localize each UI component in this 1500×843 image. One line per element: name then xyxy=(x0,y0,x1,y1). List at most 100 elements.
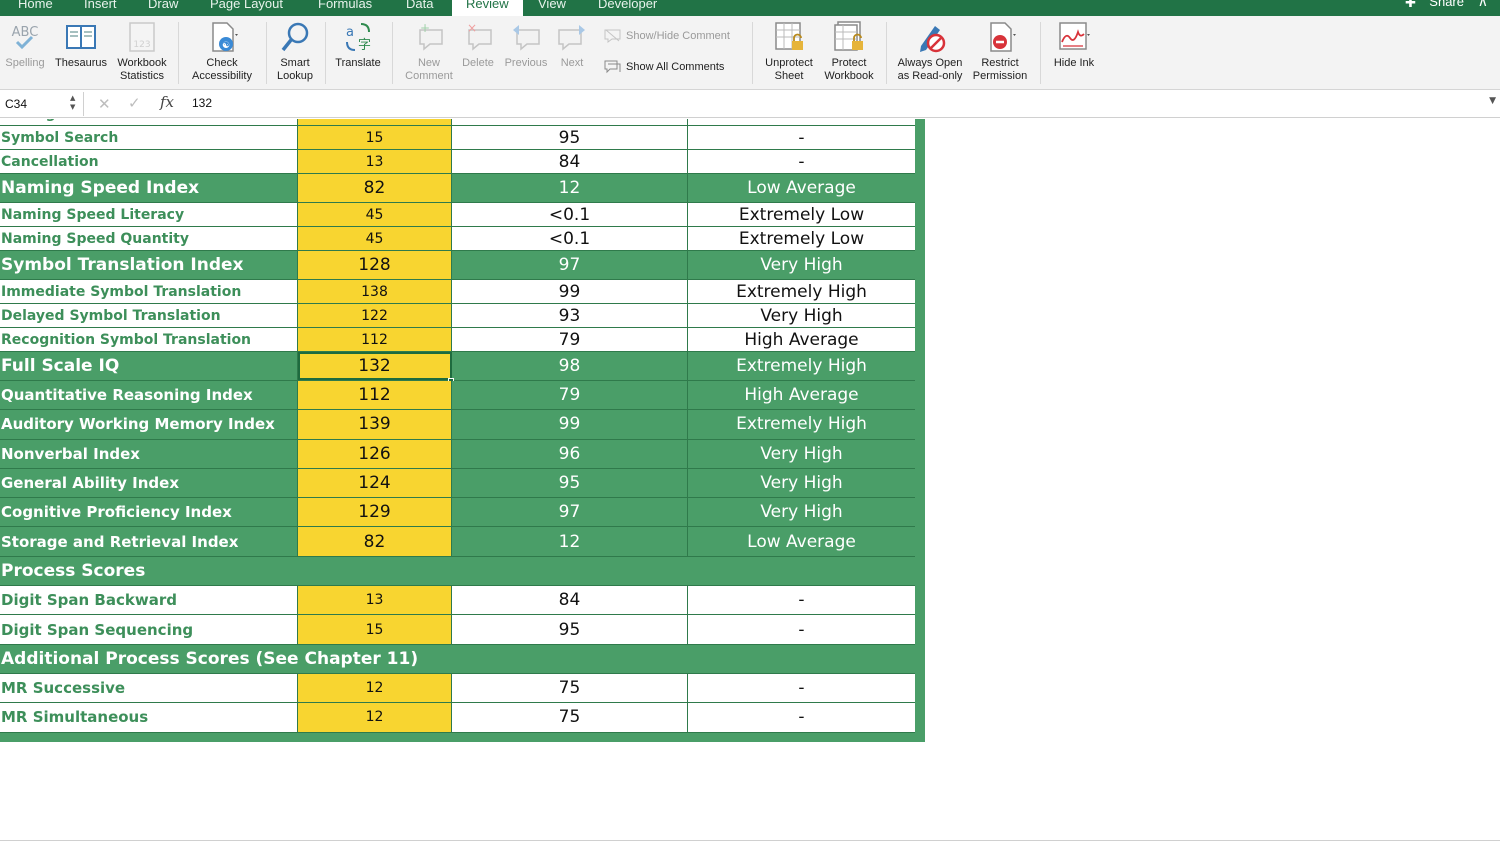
name-box-stepper-icon[interactable]: ▲ ▼ xyxy=(70,94,75,112)
percentile-cell[interactable]: 84 xyxy=(452,586,688,615)
restrict-permission-button[interactable]: Restrict Permission xyxy=(968,20,1032,82)
expand-formula-bar-icon[interactable]: ▼ xyxy=(1489,96,1496,106)
percentile-cell[interactable]: 98 xyxy=(452,352,688,380)
percentile-cell[interactable]: 95 xyxy=(452,468,688,498)
standard-score-cell[interactable]: 15 xyxy=(298,126,452,149)
score-name-cell[interactable]: Digit Span Backward xyxy=(0,586,298,615)
descriptor-cell[interactable]: - xyxy=(688,674,915,702)
score-name-cell[interactable]: Naming Speed Quantity xyxy=(0,227,298,250)
standard-score-cell[interactable]: 13 xyxy=(298,586,452,615)
percentile-cell[interactable]: 75 xyxy=(452,703,688,732)
descriptor-cell[interactable]: Very High xyxy=(688,251,915,279)
standard-score-cell[interactable]: 15 xyxy=(298,119,452,125)
tab-formulas[interactable]: Formulas xyxy=(318,0,372,16)
score-name-cell[interactable]: General Ability Index xyxy=(0,468,298,498)
score-name-cell[interactable]: Delayed Symbol Translation xyxy=(0,304,298,327)
descriptor-cell[interactable]: High Average xyxy=(688,381,915,409)
standard-score-cell[interactable]: 15 xyxy=(298,615,452,644)
standard-score-cell[interactable]: 82 xyxy=(298,527,452,556)
score-name-cell[interactable]: Symbol Translation Index xyxy=(0,251,298,279)
check-accessibility-button[interactable]: ☯ Check Accessibility xyxy=(186,20,258,82)
score-name-cell[interactable]: Immediate Symbol Translation xyxy=(0,280,298,303)
score-name-cell[interactable]: Digit Span Sequencing xyxy=(0,615,298,644)
standard-score-cell[interactable]: 13 xyxy=(298,150,452,173)
descriptor-cell[interactable]: Low Average xyxy=(688,527,915,555)
standard-score-cell[interactable]: 132 xyxy=(298,352,452,380)
protect-workbook-button[interactable]: Protect Workbook xyxy=(818,20,880,82)
descriptor-cell[interactable]: - xyxy=(688,126,915,149)
cancel-entry-icon[interactable]: ✕ xyxy=(98,95,111,113)
tab-draw[interactable]: Draw xyxy=(148,0,178,16)
score-name-cell[interactable]: Recognition Symbol Translation xyxy=(0,328,298,351)
percentile-cell[interactable]: 95 xyxy=(452,119,688,125)
name-box[interactable]: C34 ▲ ▼ xyxy=(0,92,84,116)
descriptor-cell[interactable]: Extremely High xyxy=(688,410,915,438)
previous-comment-button[interactable]: Previous xyxy=(502,20,550,70)
insert-function-button[interactable]: fx xyxy=(160,93,174,111)
descriptor-cell[interactable]: Extremely High xyxy=(688,280,915,303)
share-button[interactable]: Share xyxy=(1429,0,1464,9)
score-name-cell[interactable]: Nonverbal Index xyxy=(0,439,298,468)
score-name-cell[interactable]: Full Scale IQ xyxy=(0,352,298,380)
standard-score-cell[interactable]: 128 xyxy=(298,251,452,279)
percentile-cell[interactable]: 95 xyxy=(452,126,688,149)
score-name-cell[interactable]: MR Simultaneous xyxy=(0,703,298,732)
next-comment-button[interactable]: Next xyxy=(552,20,592,70)
percentile-cell[interactable]: 79 xyxy=(452,328,688,351)
standard-score-cell[interactable]: 82 xyxy=(298,174,452,202)
standard-score-cell[interactable]: 45 xyxy=(298,227,452,250)
tab-data[interactable]: Data xyxy=(406,0,433,16)
score-name-cell[interactable]: Cancellation xyxy=(0,150,298,173)
unprotect-sheet-button[interactable]: Unprotect Sheet xyxy=(758,20,820,82)
percentile-cell[interactable]: 79 xyxy=(452,381,688,410)
percentile-cell[interactable]: 97 xyxy=(452,251,688,279)
tab-home[interactable]: Home xyxy=(18,0,53,16)
descriptor-cell[interactable]: Very High xyxy=(688,304,915,327)
score-name-cell[interactable]: MR Successive xyxy=(0,673,298,703)
standard-score-cell[interactable]: 129 xyxy=(298,498,452,527)
score-name-cell[interactable]: Naming Speed Index xyxy=(0,174,298,202)
descriptor-cell[interactable]: Extremely High xyxy=(688,352,915,380)
score-name-cell[interactable]: Naming Speed Literacy xyxy=(0,203,298,226)
standard-score-cell[interactable]: 139 xyxy=(298,410,452,439)
percentile-cell[interactable]: 12 xyxy=(452,527,688,556)
tab-view[interactable]: View xyxy=(538,0,566,16)
standard-score-cell[interactable]: 45 xyxy=(298,203,452,226)
thesaurus-button[interactable]: Thesaurus xyxy=(52,20,110,70)
show-hide-comment-button[interactable]: Show/Hide Comment xyxy=(604,29,730,43)
always-open-read-only-button[interactable]: Always Open as Read-only xyxy=(892,20,968,82)
standard-score-cell[interactable]: 124 xyxy=(298,468,452,498)
hide-ink-button[interactable]: Hide Ink xyxy=(1046,20,1102,70)
score-name-cell[interactable]: Cognitive Proficiency Index xyxy=(0,498,298,527)
standard-score-cell[interactable]: 12 xyxy=(298,703,452,732)
percentile-cell[interactable]: <0.1 xyxy=(452,203,688,226)
tab-review[interactable]: Review xyxy=(452,0,523,16)
descriptor-cell[interactable]: Low Average xyxy=(688,174,915,202)
standard-score-cell[interactable]: 122 xyxy=(298,304,452,327)
translate-button[interactable]: a 字 Translate xyxy=(330,20,386,70)
tab-developer[interactable]: Developer xyxy=(598,0,657,16)
descriptor-cell[interactable]: - xyxy=(688,150,915,173)
descriptor-cell[interactable]: - xyxy=(688,703,915,731)
tab-insert[interactable]: Insert xyxy=(84,0,117,16)
formula-input[interactable]: 132 xyxy=(192,96,212,110)
tab-page-layout[interactable]: Page Layout xyxy=(210,0,283,16)
spelling-button[interactable]: ABC Spelling xyxy=(3,20,47,70)
standard-score-cell[interactable]: 12 xyxy=(298,673,452,703)
delete-comment-button[interactable]: × Delete xyxy=(458,20,498,70)
descriptor-cell[interactable]: Very High xyxy=(688,498,915,526)
show-all-comments-button[interactable]: Show All Comments xyxy=(604,60,724,74)
percentile-cell[interactable]: 99 xyxy=(452,410,688,439)
confirm-entry-icon[interactable]: ✓ xyxy=(128,94,141,112)
section-header[interactable]: Process Scores xyxy=(0,557,915,585)
descriptor-cell[interactable] xyxy=(688,119,915,125)
collapse-ribbon-icon[interactable]: ∧ xyxy=(1478,0,1488,10)
smart-lookup-button[interactable]: Smart Lookup xyxy=(270,20,320,82)
descriptor-cell[interactable]: Extremely Low xyxy=(688,227,915,250)
section-header[interactable]: Additional Process Scores (See Chapter 1… xyxy=(0,645,915,673)
descriptor-cell[interactable]: Extremely Low xyxy=(688,203,915,226)
new-comment-button[interactable]: + New Comment xyxy=(400,20,458,82)
descriptor-cell[interactable]: - xyxy=(688,615,915,643)
descriptor-cell[interactable]: - xyxy=(688,586,915,614)
descriptor-cell[interactable]: Very High xyxy=(688,440,915,468)
